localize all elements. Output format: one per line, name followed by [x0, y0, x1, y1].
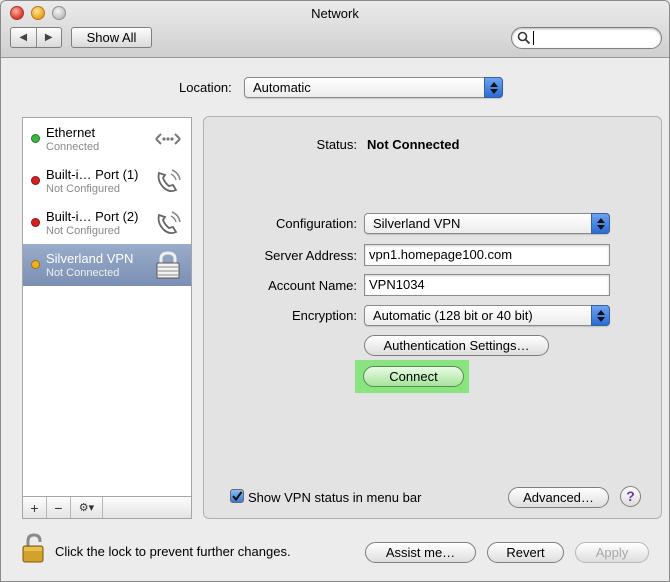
back-button[interactable]: ◀ [11, 28, 36, 47]
service-name: Built-i… Port (1) [46, 167, 139, 182]
service-name: Built-i… Port (2) [46, 209, 139, 224]
service-status: Not Configured [46, 183, 120, 195]
configuration-label: Configuration: [276, 216, 357, 231]
account-name-field[interactable]: VPN1034 [364, 274, 610, 296]
status-dot [31, 176, 40, 185]
configuration-popup[interactable]: Silverland VPN [364, 213, 610, 234]
title-bar: Network ◀ ▶ Show All [1, 1, 669, 58]
service-status: Not Configured [46, 225, 120, 237]
service-item-ethernet[interactable]: Ethernet Connected [23, 118, 191, 160]
popup-arrows-icon [591, 213, 610, 234]
back-forward-control: ◀ ▶ [10, 27, 62, 48]
apply-button[interactable]: Apply [575, 542, 649, 563]
status-dot [31, 134, 40, 143]
location-popup[interactable]: Automatic [244, 77, 503, 98]
encryption-label: Encryption: [291, 308, 357, 323]
window-title: Network [311, 6, 359, 21]
service-item-silverland-vpn[interactable]: Silverland VPN Not Connected [23, 244, 191, 286]
remove-service-button[interactable]: − [47, 497, 71, 518]
service-item-port-1[interactable]: Built-i… Port (1) Not Configured [23, 160, 191, 202]
search-icon [517, 31, 531, 45]
phone-modem-icon [157, 211, 181, 235]
popup-arrows-icon [591, 305, 610, 326]
location-label: Location: [179, 80, 232, 95]
encryption-value: Automatic (128 bit or 40 bit) [373, 308, 533, 323]
status-dot [31, 260, 40, 269]
server-address-field[interactable]: vpn1.homepage100.com [364, 244, 610, 266]
account-name-label: Account Name: [268, 278, 357, 293]
service-list[interactable]: Ethernet Connected Built-i… Port (1) Not… [22, 117, 192, 497]
text-cursor [533, 31, 534, 45]
network-preferences-window: Network ◀ ▶ Show All Location: Automatic… [0, 0, 670, 582]
status-value: Not Connected [367, 137, 460, 152]
service-status: Connected [46, 141, 100, 153]
assist-me-button[interactable]: Assist me… [365, 542, 476, 563]
help-button[interactable]: ? [620, 486, 641, 507]
service-name: Ethernet [46, 125, 96, 140]
service-list-toolbar: + − ⚙▾ [22, 497, 192, 519]
service-name: Silverland VPN [46, 251, 134, 266]
forward-button[interactable]: ▶ [35, 28, 62, 47]
status-dot [31, 218, 40, 227]
location-value: Automatic [253, 80, 311, 95]
show-all-button[interactable]: Show All [71, 27, 152, 48]
checkmark-icon [232, 491, 243, 502]
add-service-button[interactable]: + [23, 497, 47, 518]
phone-modem-icon [157, 169, 181, 193]
ethernet-icon [155, 133, 181, 145]
status-label: Status: [316, 137, 357, 152]
service-item-port-2[interactable]: Built-i… Port (2) Not Configured [23, 202, 191, 244]
connect-button[interactable]: Connect [363, 366, 464, 387]
popup-arrows-icon [484, 77, 503, 98]
configuration-value: Silverland VPN [373, 216, 461, 231]
gear-menu-button[interactable]: ⚙▾ [71, 497, 103, 518]
show-vpn-status-checkbox[interactable] [230, 489, 244, 503]
advanced-button[interactable]: Advanced… [508, 487, 609, 508]
search-field[interactable] [511, 27, 662, 49]
server-address-label: Server Address: [264, 248, 358, 263]
encryption-popup[interactable]: Automatic (128 bit or 40 bit) [364, 305, 610, 326]
authentication-settings-button[interactable]: Authentication Settings… [364, 335, 549, 356]
lock-icon[interactable] [21, 532, 47, 564]
show-vpn-status-label[interactable]: Show VPN status in menu bar [248, 490, 421, 505]
vpn-lock-icon [156, 251, 180, 279]
service-status: Not Connected [46, 267, 120, 279]
revert-button[interactable]: Revert [487, 542, 564, 563]
lock-message: Click the lock to prevent further change… [55, 544, 291, 559]
